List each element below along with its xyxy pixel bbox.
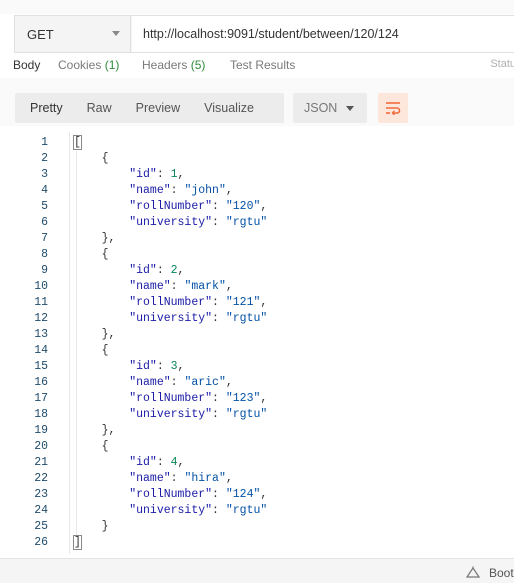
code-text: }, [74,328,116,341]
code-text: } [74,520,109,533]
line-number: 17 [34,392,48,405]
status-label: Statu [490,58,514,70]
response-body-editor[interactable]: 1 [2 {3 "id": 1, 4 "name": "john", 5 "rollN… [0,132,514,554]
code-text: "name": "mark", [129,280,233,293]
line-number: 8 [41,248,48,261]
view-preview-button[interactable]: Preview [124,101,192,115]
code-text: { [74,152,109,165]
response-tabs: Body Cookies (1) Headers (5) Test Result… [0,54,514,74]
line-number: 18 [34,408,48,421]
line-number: 19 [34,424,48,437]
line-number: 22 [34,472,48,485]
tab-body[interactable]: Body [13,58,40,72]
status-bar: Boot [0,558,514,583]
line-number: 1 [41,136,48,149]
code-text: "id": 1, [129,168,185,181]
line-number: 7 [41,232,48,245]
line-number: 16 [34,376,48,389]
view-mode-group: Pretty Raw Preview Visualize [15,93,284,123]
code-text: }, [74,424,116,437]
view-visualize-button[interactable]: Visualize [192,101,266,115]
wrap-icon [386,102,401,115]
method-label: GET [27,26,54,42]
tab-test-results[interactable]: Test Results [230,58,295,72]
code-text: "rollNumber": "124", [129,488,268,501]
format-label: JSON [304,101,338,115]
code-text: { [74,440,109,453]
top-strip [0,0,514,14]
code-text: ] [73,535,82,550]
line-number: 24 [34,504,48,517]
bootcamp-label[interactable]: Boot [489,566,514,580]
line-number: 5 [41,200,48,213]
response-toolbar: Pretty Raw Preview Visualize JSON [0,78,514,126]
code-text: "id": 3, [129,360,185,373]
chevron-down-icon [346,106,354,111]
code-text: "university": "rgtu" [129,216,268,229]
bootcamp-icon[interactable] [466,566,480,578]
line-number: 12 [34,312,48,325]
wrap-lines-button[interactable] [378,93,408,123]
line-number: 10 [34,280,48,293]
code-text: "rollNumber": "120", [129,200,268,213]
line-number: 25 [34,520,48,533]
code-text: }, [74,232,116,245]
line-number: 13 [34,328,48,341]
line-number: 14 [34,344,48,357]
tab-cookies[interactable]: Cookies (1) [58,58,119,72]
code-text: "university": "rgtu" [129,504,268,517]
code-text: "id": 4, [129,456,185,469]
view-raw-button[interactable]: Raw [75,101,124,115]
line-number: 21 [34,456,48,469]
chevron-down-icon [112,31,120,36]
line-number: 4 [41,184,48,197]
code-text: [ [73,135,82,150]
code-text: "rollNumber": "123", [129,392,268,405]
line-number: 15 [34,360,48,373]
code-text: "id": 2, [129,264,185,277]
line-number: 20 [34,440,48,453]
indent-guide [76,151,77,535]
line-number: 26 [34,536,48,549]
format-select[interactable]: JSON [293,93,367,123]
code-text: { [74,344,109,357]
line-number: 23 [34,488,48,501]
code-text: "name": "john", [129,184,233,197]
url-input[interactable]: http://localhost:9091/student/between/12… [132,16,514,52]
code-text: { [74,248,109,261]
line-number: 9 [41,264,48,277]
line-number: 2 [41,152,48,165]
code-text: "rollNumber": "121", [129,296,268,309]
code-text: "university": "rgtu" [129,312,268,325]
line-number: 11 [34,296,48,309]
code-text: "name": "hira", [129,472,233,485]
code-text: "name": "aric", [129,376,233,389]
line-number: 3 [41,168,48,181]
view-pretty-button[interactable]: Pretty [15,101,75,115]
request-bar: GET http://localhost:9091/student/betwee… [14,15,514,53]
line-number: 6 [41,216,48,229]
tab-headers[interactable]: Headers (5) [142,58,205,72]
code-text: "university": "rgtu" [129,408,268,421]
method-select[interactable]: GET [15,16,131,52]
